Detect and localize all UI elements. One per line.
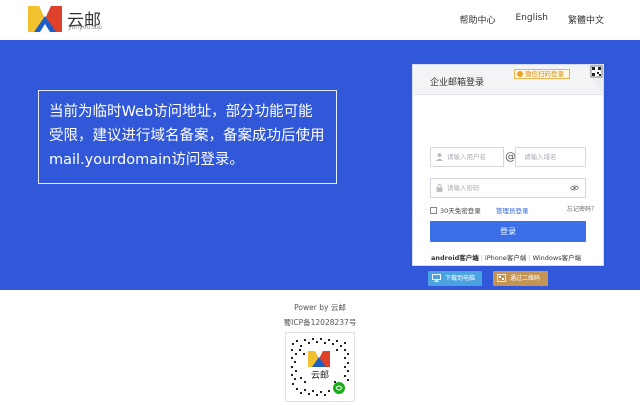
- monitor-icon: [432, 274, 441, 282]
- download-to-pc-button[interactable]: 下载到电脑: [428, 271, 482, 286]
- qr-corner-toggle-icon[interactable]: [586, 65, 603, 95]
- android-client-link[interactable]: android客户端: [431, 254, 479, 262]
- login-button[interactable]: 登录: [430, 221, 586, 242]
- download-to-pc-label: 下载到电脑: [445, 275, 476, 282]
- windows-client-link[interactable]: Windows客户端: [533, 254, 582, 262]
- remember-checkbox[interactable]: [430, 207, 437, 214]
- qr-download-label: 通过二维码: [510, 275, 541, 282]
- yunyou-logo-icon[interactable]: [28, 6, 62, 32]
- qr-download-button[interactable]: 通过二维码: [493, 271, 548, 286]
- lock-icon: [436, 184, 443, 192]
- domain-placeholder: 请输入域名: [524, 153, 557, 161]
- remember-option[interactable]: 30天免密登录: [430, 205, 481, 215]
- username-input[interactable]: 请输入用户名: [430, 147, 504, 167]
- admin-login-link[interactable]: 管理员登录: [496, 205, 529, 215]
- wechat-tab-label: 微信扫码登录: [525, 70, 564, 78]
- nav-help-center[interactable]: 帮助中心: [459, 13, 495, 26]
- wechat-icon: [517, 71, 523, 77]
- nav-traditional-chinese[interactable]: 繁體中文: [568, 13, 604, 26]
- login-title: 企业邮箱登录: [413, 65, 603, 95]
- show-password-eye-icon[interactable]: [570, 185, 579, 191]
- password-placeholder: 请输入密码: [447, 184, 480, 192]
- nav-english[interactable]: English: [515, 13, 548, 26]
- top-header: 云邮 yunyou.top 帮助中心 English 繁體中文: [0, 0, 640, 40]
- password-input[interactable]: 请输入密码: [430, 178, 586, 198]
- forgot-password-link[interactable]: 忘记密码？: [567, 204, 597, 213]
- client-downloads: android客户端 | iPhone客户端 | Windows客户端: [431, 254, 582, 262]
- temporary-address-notice: 当前为临时Web访问地址，部分功能可能受限，建议进行域名备案，备案成功后使用ma…: [38, 90, 337, 184]
- user-icon: [436, 153, 443, 161]
- remember-label: 30天免密登录: [440, 207, 481, 215]
- username-placeholder: 请输入用户名: [447, 153, 486, 161]
- miniprogram-qr-brand: 云邮: [310, 371, 329, 381]
- domain-input[interactable]: 请输入域名: [515, 147, 586, 167]
- powered-by-text: Power by 云邮: [294, 303, 346, 312]
- icp-record-text: 蜀ICP备12028237号: [283, 318, 357, 327]
- top-nav: 帮助中心 English 繁體中文: [459, 13, 604, 26]
- login-panel: 企业邮箱登录 微信扫码登录 请输入用户名 @ 请输入域名 请输入密码 30天免密…: [412, 64, 604, 286]
- iphone-client-link[interactable]: iPhone客户端: [485, 254, 526, 262]
- qr-code-icon: [497, 274, 506, 282]
- brand-domain: yunyou.top: [68, 24, 102, 31]
- miniprogram-qr-code: 云邮: [285, 332, 355, 402]
- hero-banner: 当前为临时Web访问地址，部分功能可能受限，建议进行域名备案，备案成功后使用ma…: [0, 40, 640, 290]
- wechat-scan-login-tab[interactable]: 微信扫码登录: [514, 69, 570, 79]
- miniprogram-qr-pattern-icon: [291, 338, 349, 396]
